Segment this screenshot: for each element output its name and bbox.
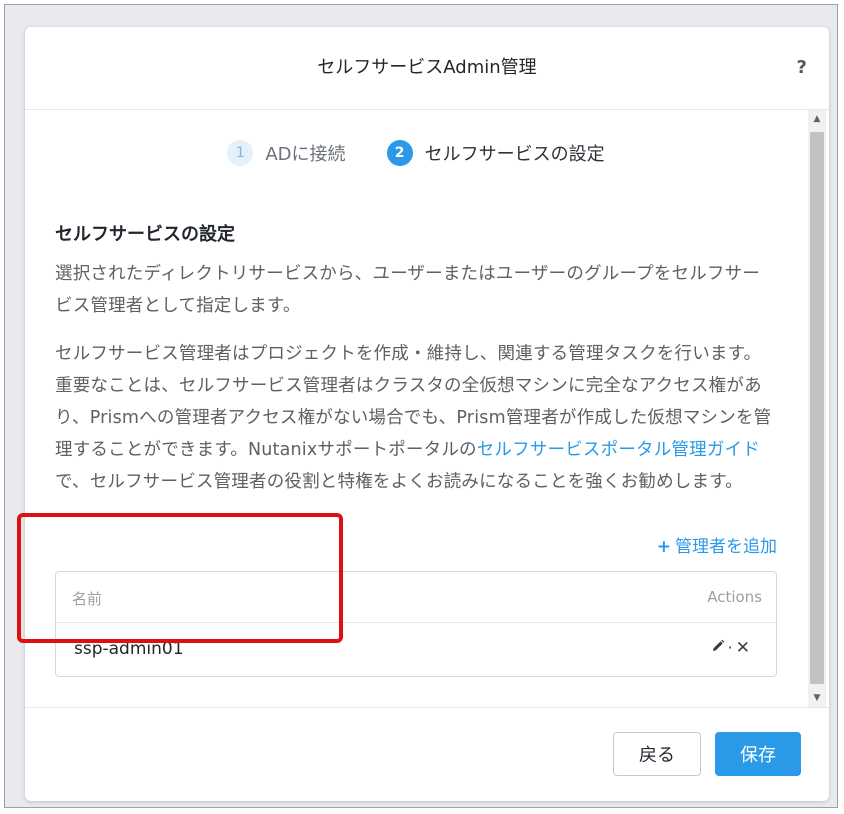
step-label: セルフサービスの設定 [424, 144, 605, 165]
self-service-admin-dialog: セルフサービスAdmin管理 ? 1 ADに接続 2 セルフサービスの設定 セルフサ… [25, 27, 829, 801]
add-admin-label: 管理者を追加 [675, 537, 777, 557]
step-number-badge: 1 [227, 140, 254, 166]
dialog-header: セルフサービスAdmin管理 ? [25, 27, 829, 110]
window-frame: セルフサービスAdmin管理 ? 1 ADに接続 2 セルフサービスの設定 セルフサ… [4, 4, 838, 808]
delete-icon[interactable]: ✕ [736, 638, 750, 658]
table-header: 名前 Actions [56, 572, 776, 623]
back-button[interactable]: 戻る [613, 732, 701, 776]
step-number-badge: 2 [386, 140, 413, 166]
dialog-body: 1 ADに接続 2 セルフサービスの設定 セルフサービスの設定 選択されたディレクト… [25, 110, 829, 707]
plus-icon: + [656, 537, 671, 557]
save-button[interactable]: 保存 [715, 732, 801, 776]
scroll-down-arrow-icon[interactable]: ▼ [808, 689, 826, 707]
admin-table: 名前 Actions ssp-admin01 · ✕ [55, 571, 777, 677]
actions-separator: · [727, 638, 733, 657]
description-paragraph-1: 選択されたディレクトリサービスから、ユーザーまたはユーザーのグループをセルフサー… [55, 264, 761, 316]
dialog-title: セルフサービスAdmin管理 [317, 57, 537, 78]
scroll-up-arrow-icon[interactable]: ▲ [808, 110, 826, 128]
help-icon[interactable]: ? [797, 57, 807, 78]
column-header-name: 名前 [72, 590, 103, 608]
step-connect-ad[interactable]: 1 ADに接続 [227, 140, 346, 166]
column-header-actions: Actions [707, 588, 762, 606]
paragraph-text: で、セルフサービス管理者の役割と特権をよくお読みになることを強くお勧めします。 [55, 472, 743, 492]
row-actions: · ✕ [711, 637, 750, 658]
table-row: ssp-admin01 · ✕ [56, 623, 776, 677]
vertical-scrollbar[interactable]: ▲ ▼ [808, 110, 826, 707]
dialog-footer: 戻る 保存 [25, 707, 829, 801]
wizard-steps: 1 ADに接続 2 セルフサービスの設定 [55, 140, 777, 170]
scrollbar-thumb[interactable] [810, 132, 824, 684]
description-paragraph-2: セルフサービス管理者はプロジェクトを作成・維持し、関連する管理タスクを行います。… [55, 338, 777, 498]
section-title: セルフサービスの設定 [55, 224, 235, 245]
step-self-service-settings[interactable]: 2 セルフサービスの設定 [386, 140, 605, 166]
edit-pencil-icon[interactable] [711, 638, 725, 657]
admin-guide-link[interactable]: セルフサービスポータル管理ガイド [477, 440, 760, 460]
admin-name-cell: ssp-admin01 [74, 639, 184, 659]
add-admin-button[interactable]: + 管理者を追加 [657, 532, 777, 557]
step-label: ADに接続 [265, 144, 346, 165]
